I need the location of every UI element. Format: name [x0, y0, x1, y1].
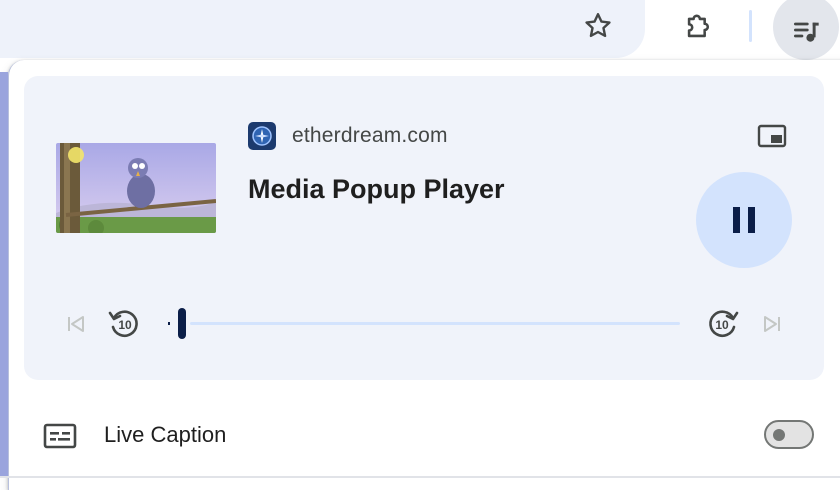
play-pause-button[interactable]	[696, 172, 792, 268]
media-title: Media Popup Player	[248, 174, 505, 204]
toggle-knob	[773, 429, 785, 441]
extensions-button[interactable]	[676, 3, 722, 49]
window-edge	[0, 72, 8, 478]
forward-10-button[interactable]: 10	[703, 303, 743, 343]
next-track-button[interactable]	[756, 308, 788, 340]
picture-in-picture-button[interactable]	[754, 120, 790, 152]
compass-badge-icon	[248, 122, 276, 150]
progress-played	[168, 322, 170, 325]
replay-10-icon: 10	[108, 310, 138, 337]
picture-in-picture-icon	[757, 124, 787, 148]
progress-thumb[interactable]	[178, 308, 186, 339]
skip-previous-icon	[68, 316, 84, 332]
omnibox[interactable]	[0, 0, 645, 58]
toolbar-separator	[749, 10, 752, 42]
forward-seconds-label: 10	[715, 318, 729, 332]
media-source-origin: etherdream.com	[292, 124, 448, 147]
live-caption-label: Live Caption	[104, 422, 227, 447]
closed-caption-icon	[42, 422, 78, 450]
puzzle-piece-icon	[687, 14, 709, 38]
replay-seconds-label: 10	[118, 318, 132, 332]
forward-10-icon: 10	[709, 310, 739, 337]
previous-track-button[interactable]	[60, 308, 92, 340]
skip-next-icon	[764, 316, 780, 332]
browser-toolbar	[0, 0, 840, 60]
live-caption-toggle[interactable]	[764, 420, 814, 449]
media-controls-button[interactable]	[773, 0, 839, 60]
bookmark-button[interactable]	[576, 4, 620, 48]
video-thumbnail-image	[56, 143, 216, 233]
star-outline-icon	[585, 13, 611, 38]
progress-bar[interactable]	[190, 322, 680, 325]
replay-10-button[interactable]: 10	[104, 303, 144, 343]
queue-music-icon	[794, 22, 819, 42]
media-artwork	[56, 143, 216, 233]
pause-icon	[733, 207, 755, 233]
